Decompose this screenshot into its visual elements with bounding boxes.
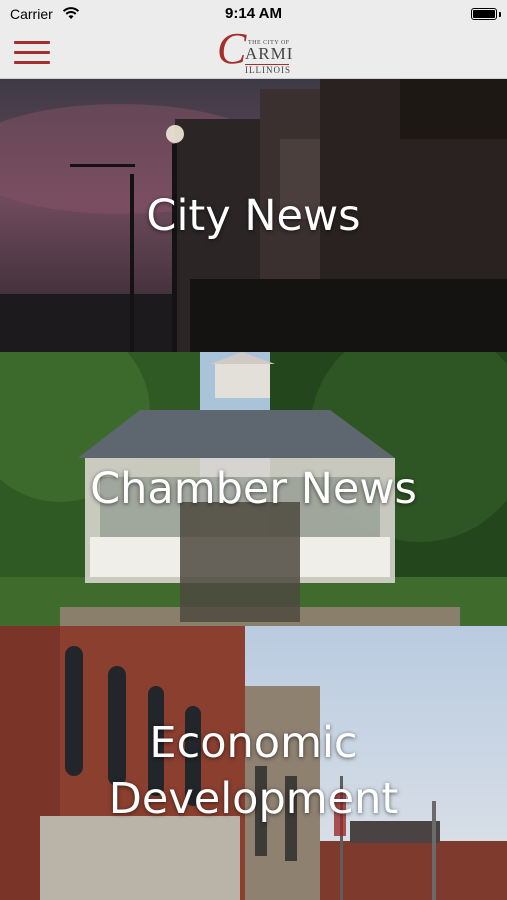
hamburger-menu-icon[interactable]	[14, 41, 50, 65]
tile-label-economic-development: Economic Development	[108, 718, 399, 824]
logo-letter: C	[217, 24, 247, 73]
battery-icon	[471, 8, 497, 20]
tile-chamber-news[interactable]: Chamber News	[0, 352, 507, 626]
nav-bar: C THE CITY OF ARMI ILLINOIS	[0, 27, 507, 79]
status-time: 9:14 AM	[225, 5, 282, 22]
tile-city-news[interactable]: City News	[0, 79, 507, 352]
status-bar: Carrier 9:14 AM	[0, 0, 507, 28]
logo-main-text: ARMI	[245, 44, 294, 63]
logo-sub-text: ILLINOIS	[245, 65, 291, 75]
battery-tip	[499, 12, 501, 17]
tile-economic-development[interactable]: Economic Development	[0, 626, 507, 900]
city-logo: C THE CITY OF ARMI ILLINOIS	[217, 27, 294, 76]
tile-label-chamber-news: Chamber News	[90, 464, 417, 514]
tile-label-city-news: City News	[146, 190, 361, 241]
